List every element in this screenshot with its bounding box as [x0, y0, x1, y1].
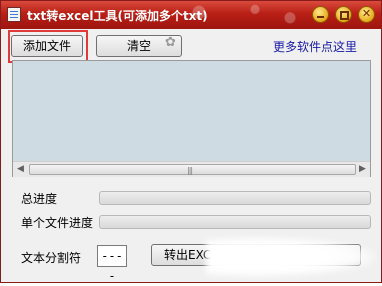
separator-input[interactable]: ---- — [97, 245, 127, 283]
app-document-icon — [7, 7, 21, 22]
total-progress-bar — [99, 191, 371, 205]
scroll-grip-icon: ||| — [187, 166, 193, 175]
separator-label: 文本分割符 — [21, 251, 82, 265]
close-button[interactable]: ✕ — [358, 6, 375, 23]
minimize-button[interactable] — [312, 6, 329, 23]
window-title: txt转excel工具(可添加多个txt) — [27, 9, 208, 23]
app-window: txt转excel工具(可添加多个txt) ✕ 添加文件 清空 ✿ 更多软件点这… — [0, 0, 382, 283]
add-file-button[interactable]: 添加文件 — [11, 35, 83, 57]
more-software-link[interactable]: 更多软件点这里 — [273, 38, 357, 55]
single-progress-label: 单个文件进度 — [21, 216, 94, 230]
scroll-right-arrow-icon[interactable]: ▶ — [355, 162, 370, 177]
file-list[interactable] — [12, 60, 371, 177]
title-bar[interactable]: txt转excel工具(可添加多个txt) ✕ — [1, 1, 381, 29]
single-progress-bar — [99, 215, 371, 229]
scroll-left-arrow-icon[interactable]: ◀ — [13, 162, 28, 177]
scroll-thumb[interactable]: ||| — [29, 164, 356, 175]
maximize-button[interactable] — [335, 6, 352, 23]
swirl-decoration-icon: ✿ — [165, 35, 176, 50]
export-button-label: 转出EXC — [164, 248, 212, 262]
close-icon: ✕ — [361, 7, 372, 20]
total-progress-label: 总进度 — [21, 192, 58, 206]
horizontal-scrollbar[interactable]: ◀ ||| ▶ — [13, 161, 370, 177]
blurred-overlay — [206, 237, 376, 277]
clear-button-label: 清空 — [126, 39, 151, 53]
